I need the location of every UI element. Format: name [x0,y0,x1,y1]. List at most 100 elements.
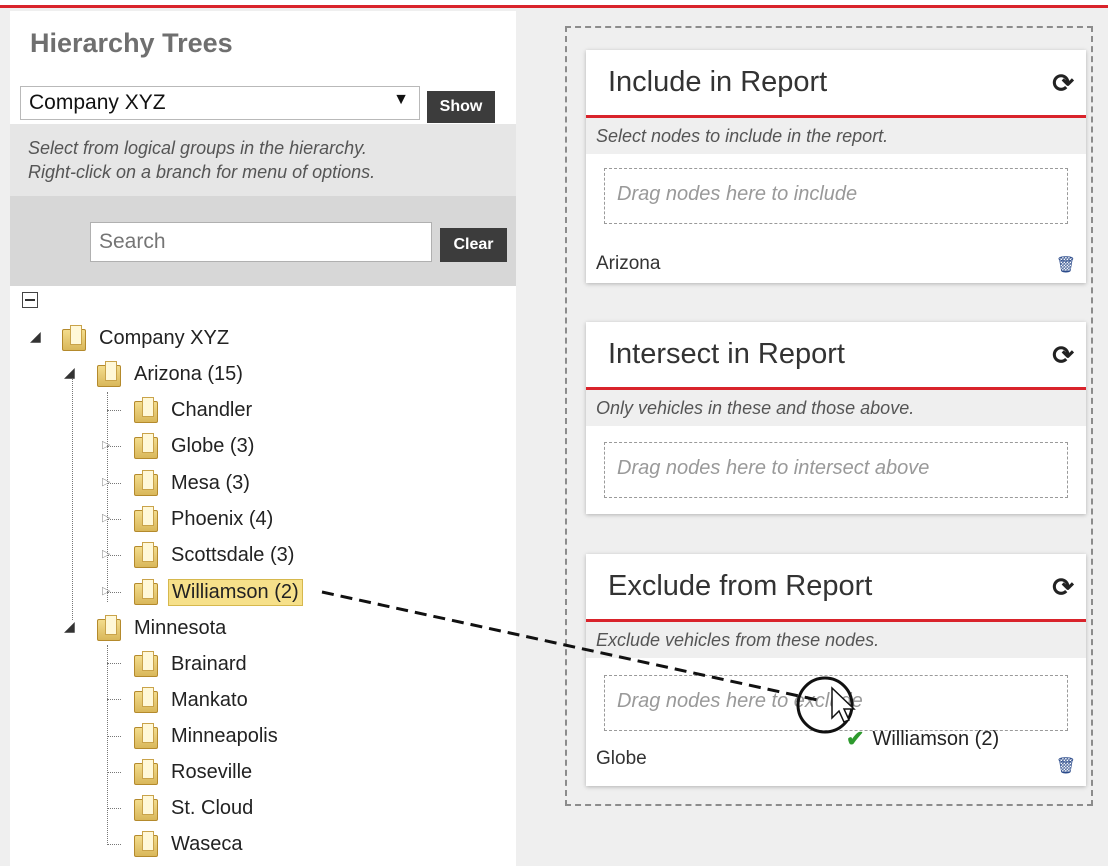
tree-node-label: Phoenix (4) [171,507,274,530]
tree-node-label: Arizona (15) [134,362,243,385]
tree-node-label: Minnesota [134,616,227,639]
tree-node-minnesota[interactable]: Minnesota [97,613,229,643]
tree-connector [107,808,121,809]
tree-connector [107,699,121,700]
folder-icon [97,615,121,641]
top-accent-bar [0,0,1108,8]
refresh-icon[interactable]: ⟳ [1052,572,1074,603]
expand-icon[interactable]: ▷ [102,511,110,524]
hierarchy-select[interactable]: Company XYZ ▼ [20,86,420,120]
tree-node-label: St. Cloud [171,796,254,819]
clear-button[interactable]: Clear [440,228,507,262]
search-input[interactable] [90,222,432,262]
include-card: Include in Report ⟳ Select nodes to incl… [586,50,1086,283]
card-title: Exclude from Report [608,570,873,602]
card-title: Include in Report [608,66,828,98]
tree-node-label: Minneapolis [171,724,278,747]
folder-icon [134,831,158,857]
tree-node-label: Roseville [171,760,253,783]
tree-connector [107,736,121,737]
folder-icon [134,651,158,677]
intersect-dropzone[interactable]: Drag nodes here to intersect above [604,442,1068,498]
folder-icon [134,723,158,749]
card-subtitle: Exclude vehicles from these nodes. [586,622,1086,658]
tree-connector [107,772,121,773]
exclude-dropzone[interactable]: Drag nodes here to exclude [604,675,1068,731]
tree-node-scottsdale[interactable]: Scottsdale (3) [134,540,297,570]
expand-icon[interactable]: ▷ [102,475,110,488]
folder-icon [134,542,158,568]
tree-node-label: Brainard [171,652,247,675]
trash-icon[interactable]: 🗑 [1056,756,1076,776]
folder-icon [134,579,158,605]
intersect-card: Intersect in Report ⟳ Only vehicles in t… [586,322,1086,514]
expanded-icon[interactable]: ◢ [30,328,41,345]
card-header: Exclude from Report ⟳ [586,554,1086,622]
folder-icon [134,470,158,496]
folder-icon [134,795,158,821]
drag-ghost: ✔ Williamson (2) [846,726,999,752]
tree-node-waseca[interactable]: Waseca [134,829,246,859]
tree-node-mesa[interactable]: Mesa (3) [134,468,253,498]
checkmark-icon: ✔ [846,726,865,751]
card-subtitle: Only vehicles in these and those above. [586,390,1086,426]
folder-icon [134,687,158,713]
expand-icon[interactable]: ▷ [102,584,110,597]
tree-connector [107,844,121,845]
tree-node-arizona[interactable]: Arizona (15) [97,359,246,389]
tree-node-label: Williamson (2) [168,578,303,606]
tree-node-label: Mankato [171,688,248,711]
tree-node-williamson[interactable]: Williamson (2) [134,577,303,607]
folder-icon [134,759,158,785]
tree-node-label: Chandler [171,398,253,421]
tree-connector [72,372,73,620]
tree-connector [107,392,108,602]
trash-icon[interactable]: 🗑 [1056,255,1076,275]
include-dropzone[interactable]: Drag nodes here to include [604,168,1068,224]
drag-ghost-label: Williamson (2) [872,727,1000,750]
chevron-down-icon: ▼ [393,91,409,108]
exclude-card: Exclude from Report ⟳ Exclude vehicles f… [586,554,1086,786]
tree-node-globe[interactable]: Globe (3) [134,431,257,461]
folder-icon [134,397,158,423]
collapse-all-icon[interactable] [22,292,38,308]
tree-node-phoenix[interactable]: Phoenix (4) [134,504,276,534]
refresh-icon[interactable]: ⟳ [1052,68,1074,99]
folder-icon [134,433,158,459]
tree-node-label: Company XYZ [99,326,230,349]
panel-title: Hierarchy Trees [30,28,233,58]
folder-icon [134,506,158,532]
card-header: Include in Report ⟳ [586,50,1086,118]
expanded-icon[interactable]: ◢ [64,618,75,635]
tree-connector [107,410,121,411]
card-header: Intersect in Report ⟳ [586,322,1086,390]
refresh-icon[interactable]: ⟳ [1052,340,1074,371]
tree-node-brainard[interactable]: Brainard [134,649,250,679]
folder-icon [62,325,86,351]
hierarchy-tree [10,286,516,866]
expand-icon[interactable]: ▷ [102,547,110,560]
show-button[interactable]: Show [427,91,495,123]
folder-icon [97,361,121,387]
hierarchy-select-value: Company XYZ [29,91,166,114]
instructions: Select from logical groups in the hierar… [10,124,516,196]
tree-connector [107,663,121,664]
tree-node-st-cloud[interactable]: St. Cloud [134,793,256,823]
tree-node-roseville[interactable]: Roseville [134,757,255,787]
expanded-icon[interactable]: ◢ [64,364,75,381]
included-item[interactable]: Arizona [596,253,660,275]
tree-node-label: Scottsdale (3) [171,543,295,566]
instruction-line: Right-click on a branch for menu of opti… [28,162,376,182]
expand-icon[interactable]: ▷ [102,438,110,451]
excluded-item[interactable]: Globe [596,748,647,770]
tree-node-label: Mesa (3) [171,471,250,494]
instruction-line: Select from logical groups in the hierar… [28,138,367,158]
card-title: Intersect in Report [608,338,845,370]
tree-node-minneapolis[interactable]: Minneapolis [134,721,281,751]
tree-node-label: Globe (3) [171,434,255,457]
tree-node-chandler[interactable]: Chandler [134,395,255,425]
tree-node-label: Waseca [171,832,243,855]
tree-node-company[interactable]: Company XYZ [62,323,232,353]
tree-node-mankato[interactable]: Mankato [134,685,251,715]
card-subtitle: Select nodes to include in the report. [586,118,1086,154]
